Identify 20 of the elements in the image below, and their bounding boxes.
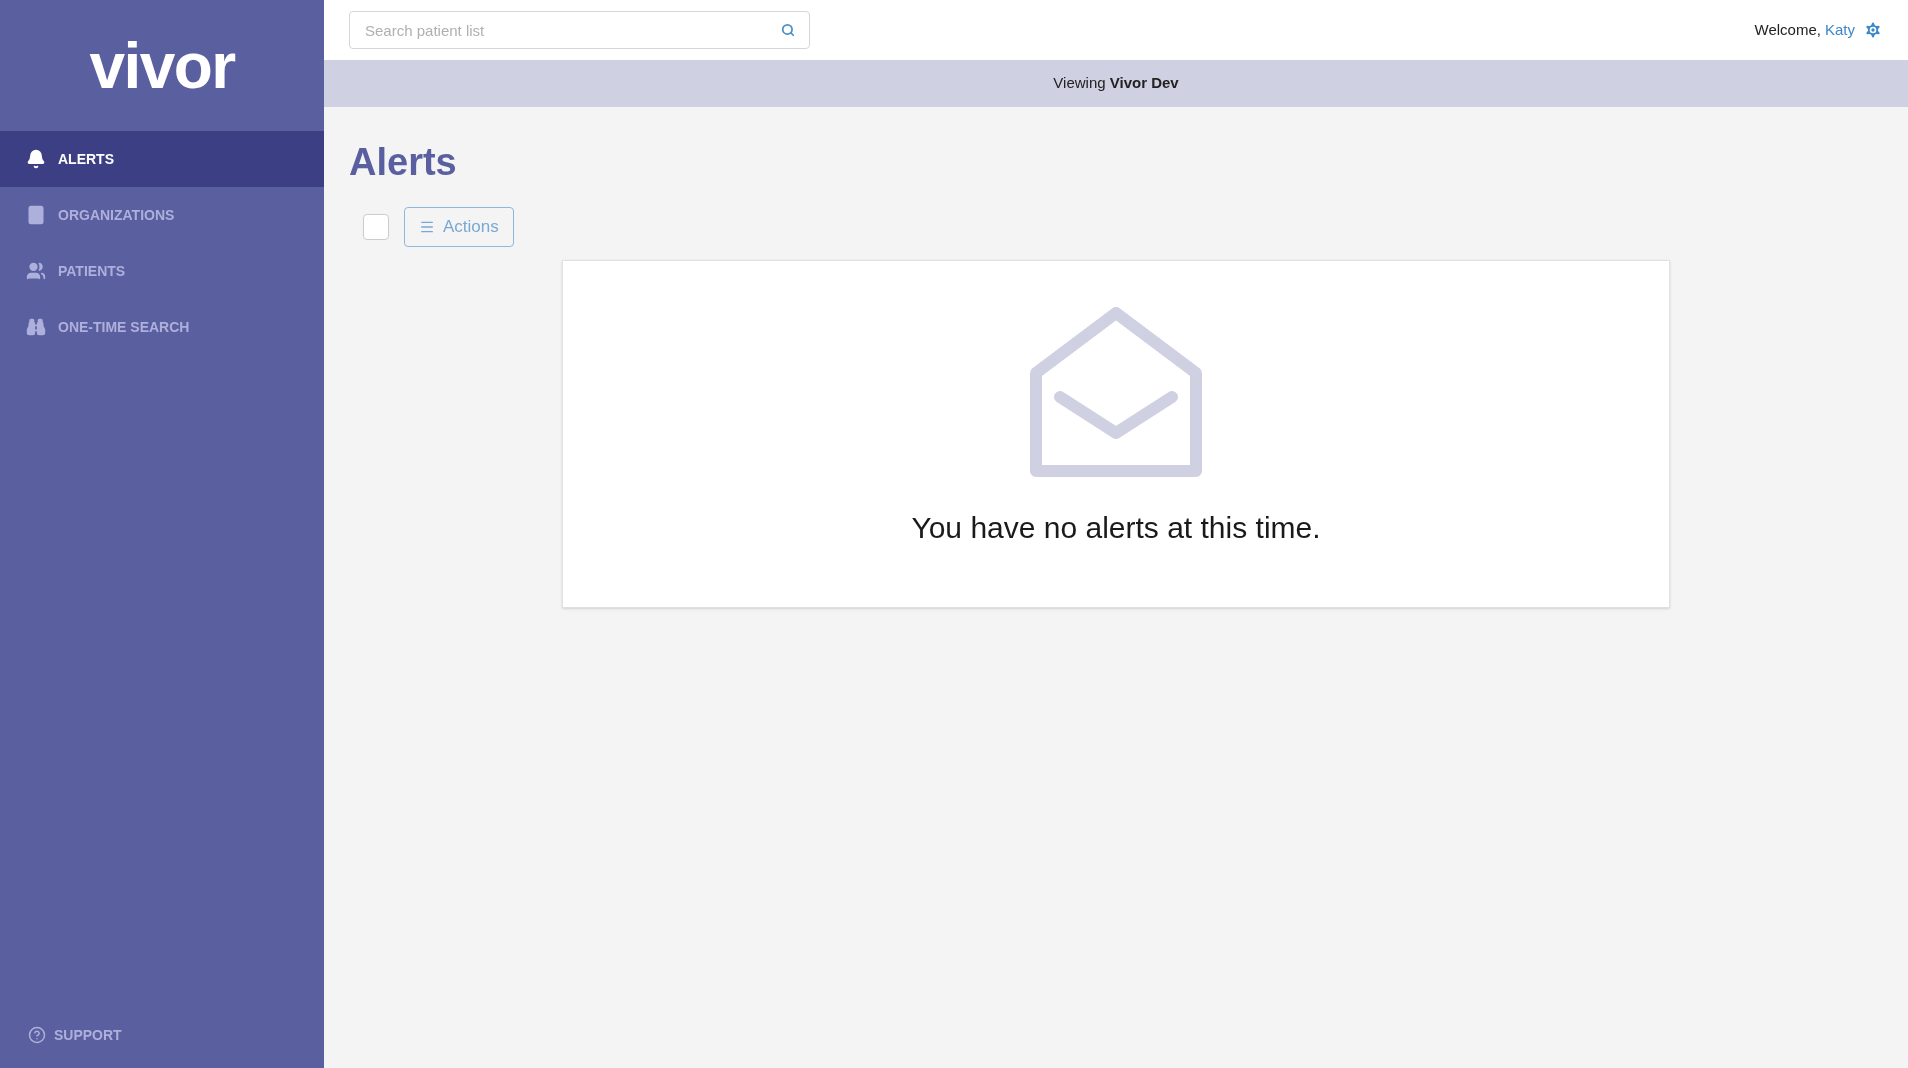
support-link[interactable]: SUPPORT: [0, 1007, 324, 1063]
sidebar-item[interactable]: PATIENTS: [0, 243, 324, 299]
people-icon: [26, 261, 46, 281]
search-icon[interactable]: [781, 23, 795, 37]
sidebar-item[interactable]: ALERTS: [0, 131, 324, 187]
logo: vivor: [89, 33, 235, 98]
select-all-checkbox[interactable]: [363, 213, 389, 240]
help-icon: [28, 1026, 46, 1044]
actions-button[interactable]: Actions: [404, 206, 514, 247]
search-field[interactable]: Search patient list: [349, 11, 810, 49]
page-title: Alerts: [349, 140, 458, 185]
sidebar-item[interactable]: ORGANIZATIONS: [0, 187, 324, 243]
open-envelope-icon: [1030, 307, 1202, 479]
sidebar-item[interactable]: ONE-TIME SEARCH: [0, 299, 324, 355]
user-link[interactable]: Katy: [1825, 18, 1855, 42]
binoculars-icon: [26, 317, 46, 337]
viewing-text: Viewing Vivor Dev: [1053, 73, 1179, 94]
bell-icon: [26, 149, 46, 169]
welcome-text: Welcome,: [1754, 19, 1821, 40]
empty-state-message: You have no alerts at this time.: [911, 510, 1321, 546]
